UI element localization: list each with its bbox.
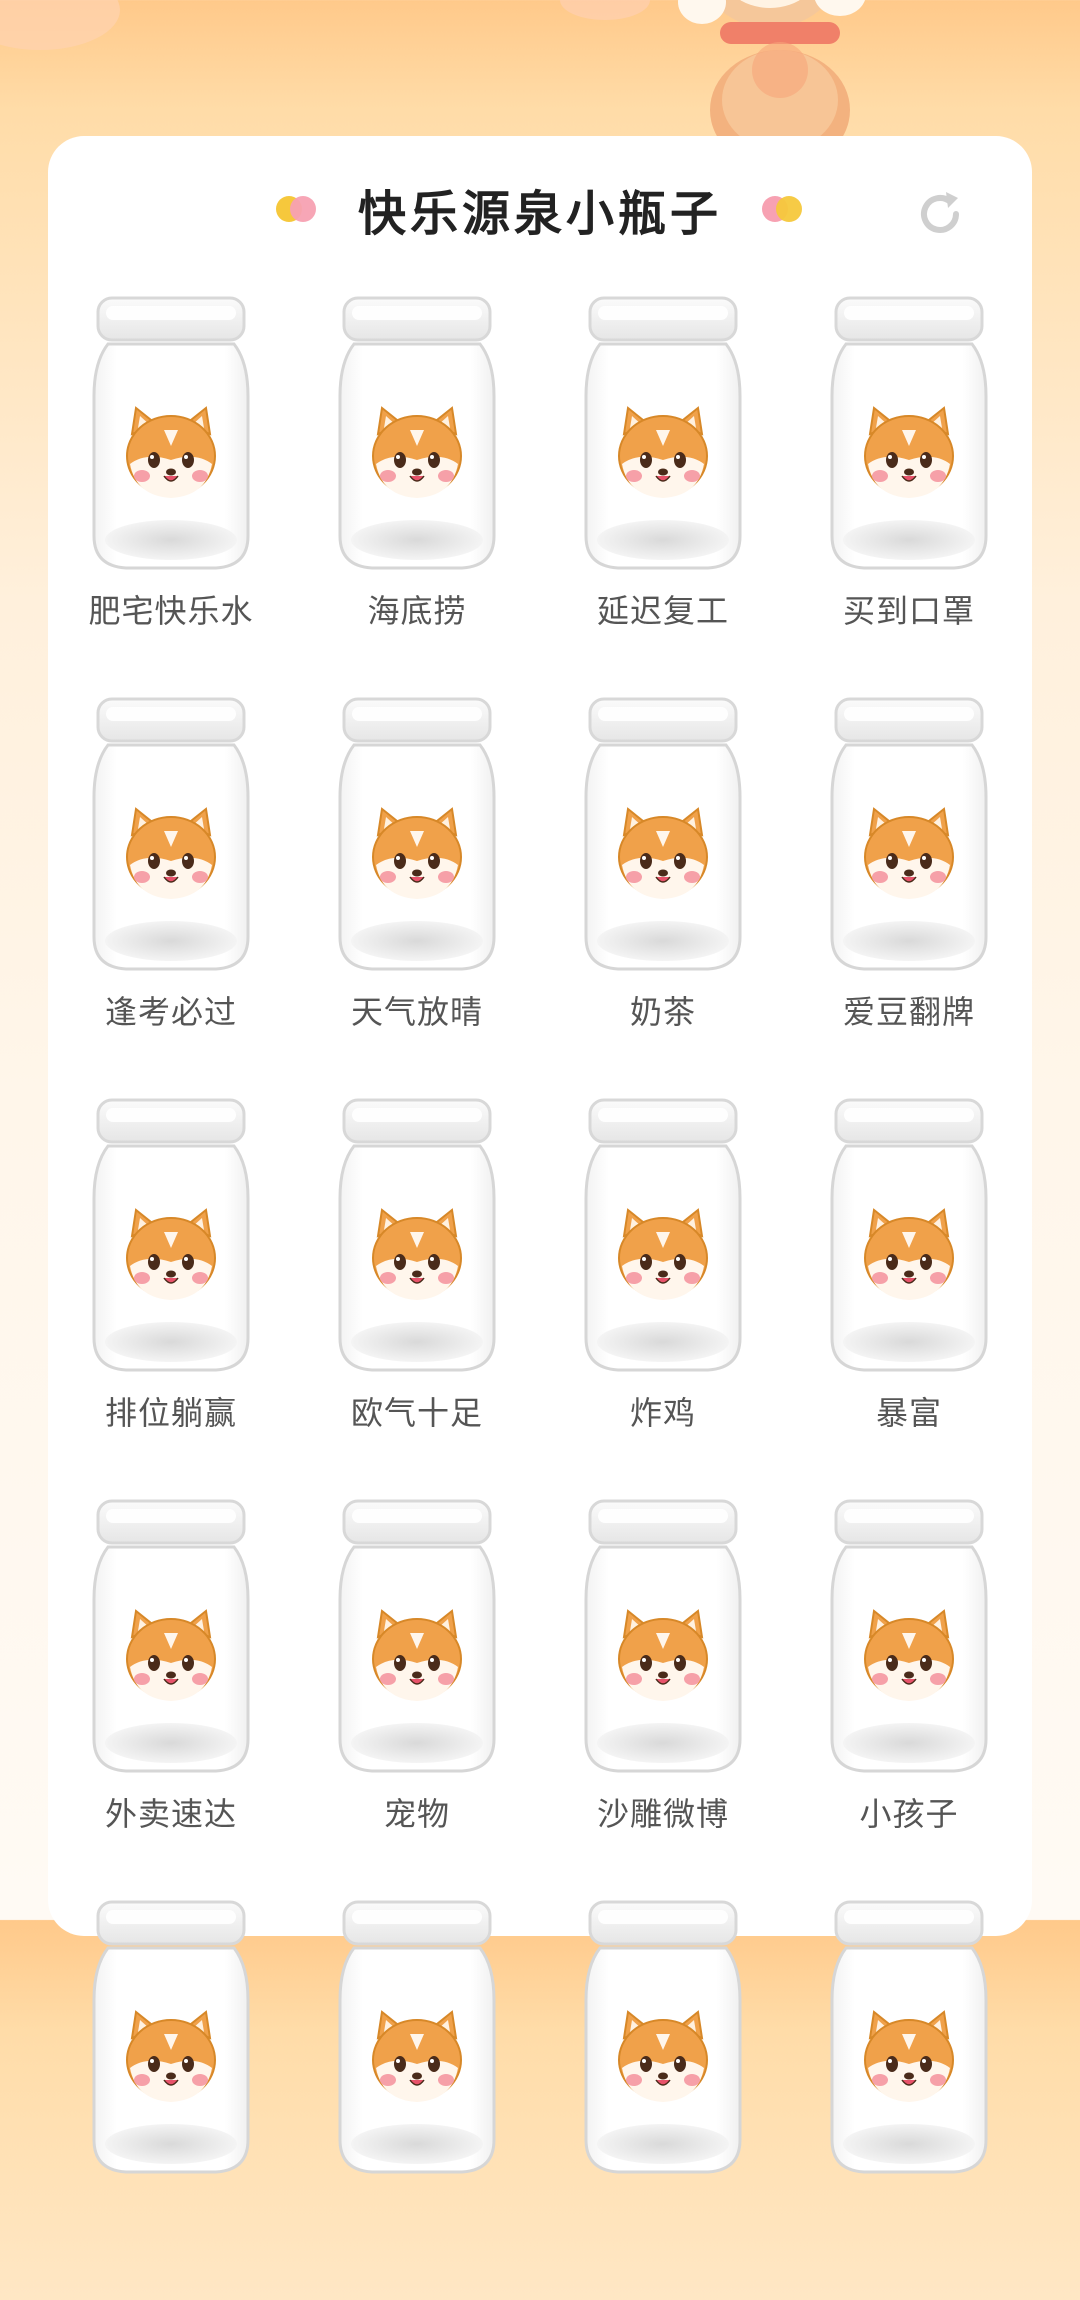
bottle-label: 小孩子 — [859, 1795, 959, 1833]
bottle-label: 逢考必过 — [104, 993, 237, 1031]
bottle-item[interactable]: 炸鸡 — [540, 1098, 786, 1498]
page-title: 快乐源泉小瓶子 — [357, 186, 722, 242]
bottle-item[interactable]: 宠物 — [294, 1499, 540, 1899]
bottle-jar-icon[interactable] — [332, 1900, 502, 2176]
bottle-jar-icon[interactable] — [824, 697, 994, 973]
bottle-jar-icon[interactable] — [86, 296, 256, 572]
bottle-item[interactable]: 排位躺赢 — [48, 1098, 294, 1498]
bottle-jar-icon[interactable] — [86, 697, 256, 973]
bottle-jar-icon[interactable] — [824, 1900, 994, 2176]
refresh-icon[interactable] — [912, 186, 968, 242]
bottle-jar-icon[interactable] — [332, 697, 502, 973]
bottle-item[interactable]: 小孩子 — [786, 1499, 1032, 1899]
bottle-jar-icon[interactable] — [86, 1098, 256, 1374]
bottle-item[interactable]: 买到口罩 — [786, 296, 1032, 696]
bottle-jar-icon[interactable] — [578, 296, 748, 572]
bottle-item[interactable] — [786, 1900, 1032, 2300]
bottle-jar-icon[interactable] — [578, 1499, 748, 1775]
bottle-item[interactable] — [48, 1900, 294, 2300]
bottle-jar-icon[interactable] — [824, 1098, 994, 1374]
bottle-label: 天气放晴 — [350, 993, 483, 1031]
bottle-item[interactable]: 外卖速达 — [48, 1499, 294, 1899]
bottle-jar-icon[interactable] — [86, 1900, 256, 2176]
bottles-card: 快乐源泉小瓶子 肥宅快乐水 海底捞 延迟复工 买到口罩 逢考必过 天气放晴 奶茶… — [48, 136, 1032, 2174]
bottle-label: 海底捞 — [367, 592, 467, 630]
bottle-jar-icon[interactable] — [824, 296, 994, 572]
bottle-label: 沙雕微博 — [596, 1795, 729, 1833]
bottle-label: 欧气十足 — [350, 1394, 483, 1432]
bottle-item[interactable]: 海底捞 — [294, 296, 540, 696]
bottle-label: 外卖速达 — [104, 1795, 237, 1833]
bottle-item[interactable]: 肥宅快乐水 — [48, 296, 294, 696]
bottle-item[interactable]: 沙雕微博 — [540, 1499, 786, 1899]
bottle-label: 爱豆翻牌 — [842, 993, 975, 1031]
top-banner — [0, 0, 1080, 140]
bottle-item[interactable]: 天气放晴 — [294, 697, 540, 1097]
bottle-jar-icon[interactable] — [86, 1499, 256, 1775]
bottle-item[interactable] — [540, 1900, 786, 2300]
bottle-label: 炸鸡 — [629, 1394, 696, 1432]
bottle-item[interactable]: 逢考必过 — [48, 697, 294, 1097]
decorative-dots-right — [762, 196, 806, 222]
bottle-label: 买到口罩 — [842, 592, 975, 630]
bottle-item[interactable]: 暴富 — [786, 1098, 1032, 1498]
bottle-jar-icon[interactable] — [578, 1098, 748, 1374]
bottle-item[interactable]: 奶茶 — [540, 697, 786, 1097]
bottle-label: 排位躺赢 — [104, 1394, 237, 1432]
bottle-item[interactable] — [294, 1900, 540, 2300]
bottle-jar-icon[interactable] — [332, 1499, 502, 1775]
bottle-item[interactable]: 延迟复工 — [540, 296, 786, 696]
bottle-jar-icon[interactable] — [332, 296, 502, 572]
bottle-label: 宠物 — [383, 1795, 450, 1833]
bottle-item[interactable]: 欧气十足 — [294, 1098, 540, 1498]
bottle-label: 肥宅快乐水 — [88, 592, 254, 630]
mascot-dog-illustration — [678, 0, 866, 140]
card-header: 快乐源泉小瓶子 — [48, 136, 1032, 286]
bottle-item[interactable]: 爱豆翻牌 — [786, 697, 1032, 1097]
bottle-label: 奶茶 — [629, 993, 696, 1031]
bottle-jar-icon[interactable] — [578, 1900, 748, 2176]
bottle-jar-icon[interactable] — [332, 1098, 502, 1374]
bottle-jar-icon[interactable] — [578, 697, 748, 973]
bottle-jar-icon[interactable] — [824, 1499, 994, 1775]
bottle-label: 暴富 — [875, 1394, 942, 1432]
bottle-label: 延迟复工 — [596, 592, 729, 630]
